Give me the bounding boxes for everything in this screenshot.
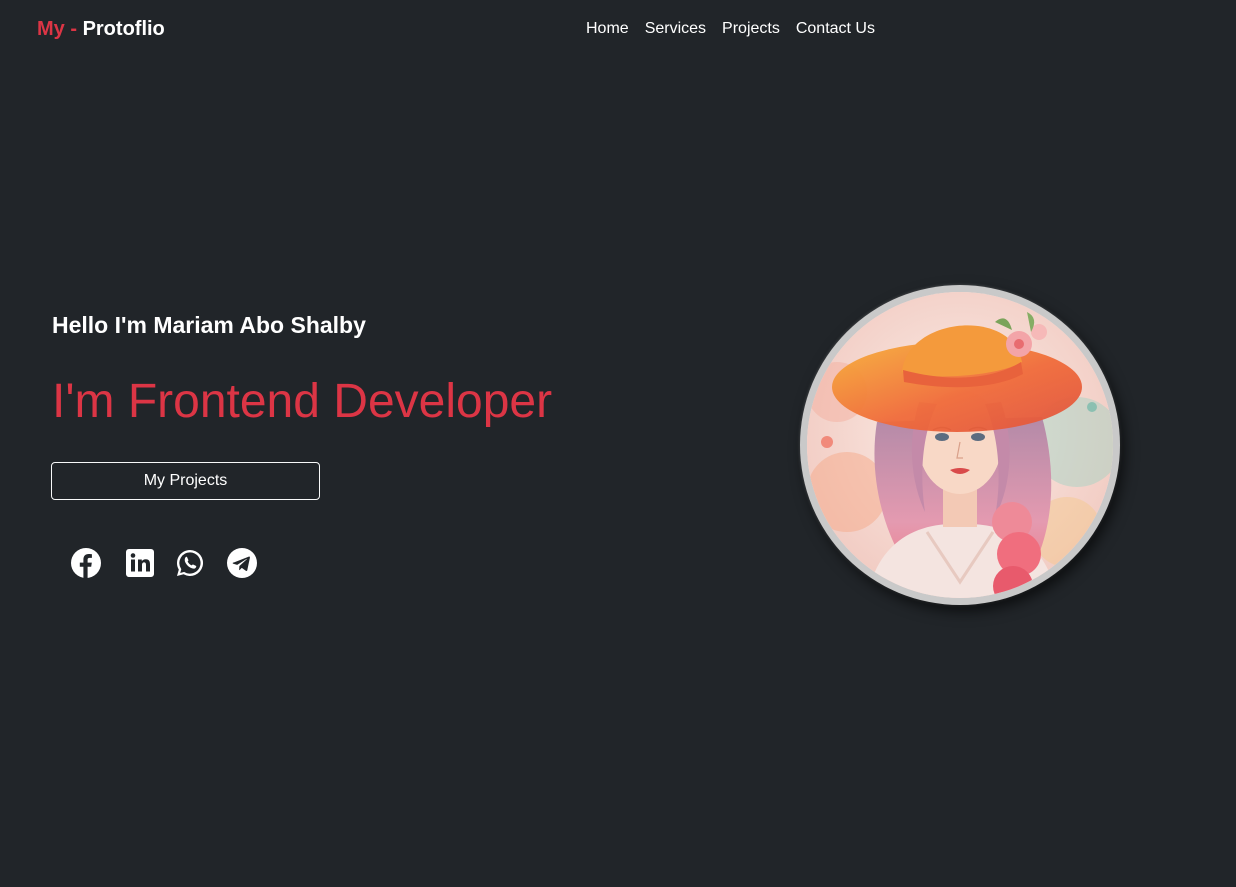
nav-projects[interactable]: Projects — [722, 20, 780, 37]
brand-name: Protoflio — [82, 18, 165, 40]
hero-greeting: Hello I'm Mariam Abo Shalby — [52, 312, 366, 338]
brand-accent: My - — [37, 18, 83, 40]
whatsapp-icon[interactable] — [174, 547, 206, 579]
telegram-icon[interactable] — [226, 547, 258, 579]
profile-image — [807, 292, 1113, 598]
nav-links: Home Services Projects Contact Us — [586, 18, 875, 40]
nav-home[interactable]: Home — [586, 20, 629, 37]
hero-role: I'm Frontend Developer — [52, 375, 553, 428]
brand-logo[interactable]: My - Protoflio — [37, 17, 165, 41]
nav-contact[interactable]: Contact Us — [796, 20, 875, 37]
facebook-icon[interactable] — [70, 547, 102, 579]
profile-image-frame — [800, 285, 1120, 605]
watercolor-portrait-illustration — [807, 292, 1113, 598]
my-projects-button[interactable]: My Projects — [51, 462, 320, 500]
nav-services[interactable]: Services — [645, 20, 706, 37]
navbar: My - Protoflio Home Services Projects Co… — [0, 0, 1236, 58]
linkedin-icon[interactable] — [124, 547, 156, 579]
